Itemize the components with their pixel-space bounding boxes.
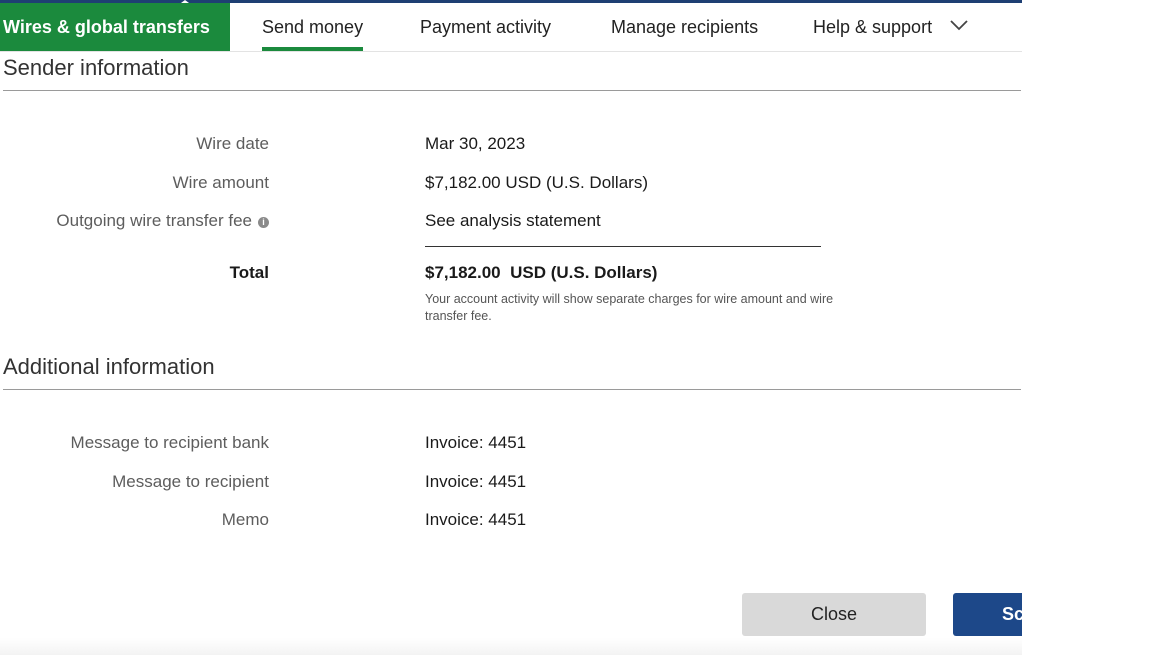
wire-amount-label: Wire amount [172,173,269,192]
section-divider [3,90,1021,91]
memo-value: Invoice: 4451 [425,510,527,529]
total-divider [425,246,821,247]
tab-label: Help & support [813,17,933,37]
nav-brand[interactable]: Wires & global transfers [0,3,230,51]
total-note: Your account activity will show separate… [425,292,834,323]
wire-amount-value: $7,182.00 USD (U.S. Dollars) [425,173,648,192]
info-icon[interactable]: i [258,217,269,228]
memo-label: Memo [221,510,269,529]
tab-label: Payment activity [420,17,552,37]
top-navigation: Wires & global transfers Send money Paym… [0,3,1022,52]
message-recipient-label: Message to recipient [112,472,269,491]
send-button[interactable]: Sc [953,593,1022,636]
fee-value: See analysis statement [425,211,601,230]
tab-send-money[interactable]: Send money [262,3,364,51]
tab-payment-activity[interactable]: Payment activity [420,3,551,51]
bottom-fade [0,638,1022,655]
tab-help-support[interactable]: Help & support [813,3,969,51]
close-button[interactable]: Close [742,593,926,636]
total-label: Total [229,263,269,282]
tab-label: Manage recipients [611,17,759,37]
section-divider [3,389,1021,390]
fee-label-row: Outgoing wire transfer fee i [56,211,269,231]
tab-label: Send money [262,17,364,37]
tab-manage-recipients[interactable]: Manage recipients [611,3,758,51]
chevron-down-icon [950,20,968,31]
wire-review-page: Wires & global transfers Send money Paym… [0,0,1022,655]
sender-section-title: Sender information [3,55,189,80]
message-recipient-value: Invoice: 4451 [425,472,527,491]
wire-date-label: Wire date [196,134,269,153]
wire-date-value: Mar 30, 2023 [425,134,526,153]
additional-section-title: Additional information [3,354,215,379]
fee-label: Outgoing wire transfer fee [56,211,252,230]
message-bank-label: Message to recipient bank [70,433,269,452]
message-bank-value: Invoice: 4451 [425,433,527,452]
total-value: $7,182.00 USD (U.S. Dollars) [425,263,658,282]
